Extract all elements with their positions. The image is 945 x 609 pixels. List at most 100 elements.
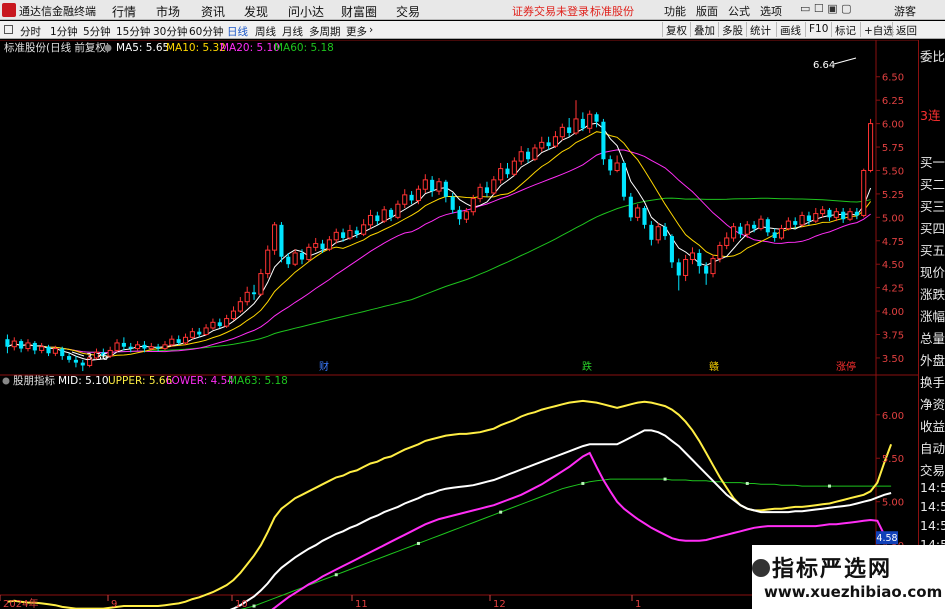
x-tick-label: 10 bbox=[235, 599, 248, 609]
x-tick-label: 12 bbox=[493, 599, 506, 609]
period-tab-more[interactable]: 更多 bbox=[346, 24, 367, 39]
y-tick-label: 3.50 bbox=[882, 354, 904, 365]
candle-body bbox=[833, 211, 839, 218]
candle-body bbox=[642, 207, 647, 225]
f10-button[interactable]: F10 bbox=[805, 22, 831, 37]
indicator-label: UPPER: 5.66 bbox=[108, 375, 173, 387]
candle-body bbox=[299, 252, 305, 260]
period-tab[interactable]: 周线 bbox=[255, 24, 276, 39]
candle-body bbox=[169, 338, 175, 346]
x-tick-label: 9 bbox=[111, 599, 117, 609]
period-toolbar: 分时 1分钟 5分钟 15分钟 30分钟 60分钟 日线 周线 月线 多周期 更… bbox=[0, 21, 945, 39]
candle-body bbox=[511, 160, 517, 175]
candle-body bbox=[224, 318, 230, 327]
login-notice[interactable]: 证券交易未登录 bbox=[512, 3, 589, 19]
menu-market[interactable]: 市场 bbox=[156, 3, 180, 20]
ma63-dot bbox=[499, 510, 503, 514]
candle-body bbox=[765, 219, 770, 233]
guest-label[interactable]: 游客 bbox=[894, 3, 916, 19]
candle-body bbox=[409, 194, 414, 201]
window-icons[interactable]: ▭ ☐ ▣ ▢ bbox=[800, 2, 852, 15]
period-tab[interactable]: 30分钟 bbox=[153, 24, 187, 39]
candle-body bbox=[258, 273, 264, 295]
current-value-label: 4.58 bbox=[876, 533, 897, 544]
period-tab[interactable]: 月线 bbox=[282, 24, 303, 39]
candle-body bbox=[25, 342, 31, 350]
candle-body bbox=[477, 186, 483, 200]
candle-body bbox=[46, 346, 51, 354]
ma60-line bbox=[7, 197, 871, 354]
menu-discover[interactable]: 发现 bbox=[244, 3, 268, 20]
period-tab[interactable]: 1分钟 bbox=[50, 24, 78, 39]
back-button[interactable]: 返回 bbox=[892, 22, 920, 37]
candle-body bbox=[793, 221, 798, 225]
candle-body bbox=[704, 266, 709, 274]
quote-panel-item: 净资 bbox=[920, 397, 945, 412]
period-tab[interactable]: 60分钟 bbox=[189, 24, 223, 39]
kline-chart[interactable]: 6.50 6.25 6.00 5.75 5.50 5.25 5.00 4.75 4.50 4.25… bbox=[0, 40, 918, 609]
candle-body bbox=[587, 113, 593, 129]
menu-function[interactable]: 功能 bbox=[664, 3, 686, 19]
draw-button[interactable]: 画线 bbox=[776, 22, 804, 37]
period-tab[interactable]: 5分钟 bbox=[83, 24, 111, 39]
candle-body bbox=[463, 211, 469, 220]
menu-wealth[interactable]: 财富圈 bbox=[341, 3, 377, 20]
x-tick-label: 2024年 bbox=[3, 597, 38, 609]
quote-panel-item: 涨幅 bbox=[920, 309, 945, 324]
period-tab[interactable]: 分时 bbox=[20, 24, 41, 39]
candle-body bbox=[594, 114, 599, 122]
toggle-icon[interactable] bbox=[4, 25, 13, 34]
chevron-right-icon[interactable]: › bbox=[369, 24, 373, 36]
ind-settings-dot-icon bbox=[2, 377, 10, 385]
candle-body bbox=[450, 196, 455, 210]
menu-news[interactable]: 资讯 bbox=[201, 3, 225, 20]
candle-body bbox=[306, 246, 312, 261]
candle-body bbox=[361, 224, 367, 235]
candle-body bbox=[663, 226, 668, 237]
y-tick-label: 6.00 bbox=[882, 120, 904, 131]
stats-button[interactable]: 统计 bbox=[746, 22, 774, 37]
indicator-label: MA63: 5.18 bbox=[228, 375, 288, 387]
multi-stock-button[interactable]: 多股 bbox=[718, 22, 746, 37]
menu-formula[interactable]: 公式 bbox=[728, 3, 750, 19]
y-tick-label: 5.50 bbox=[882, 166, 904, 177]
candle-body bbox=[861, 169, 867, 216]
candle-body bbox=[402, 194, 408, 205]
fuquan-button[interactable]: 复权 bbox=[662, 22, 690, 37]
ma-label: MA5: 5.65 bbox=[116, 42, 169, 54]
menu-trade[interactable]: 交易 bbox=[396, 3, 420, 20]
ma63-dot bbox=[827, 484, 831, 488]
menu-options[interactable]: 选项 bbox=[760, 3, 782, 19]
candle-body bbox=[744, 224, 750, 235]
quote-panel-item: 买一 bbox=[920, 155, 945, 170]
menu-layout[interactable]: 版面 bbox=[696, 3, 718, 19]
candle-body bbox=[244, 291, 250, 303]
menu-ask[interactable]: 问小达 bbox=[288, 3, 324, 20]
candle-body bbox=[868, 123, 874, 171]
period-tab[interactable]: 多周期 bbox=[309, 24, 341, 39]
candle-body bbox=[395, 203, 401, 218]
candle-body bbox=[820, 209, 826, 215]
candle-body bbox=[518, 151, 524, 162]
ma63-dot bbox=[745, 481, 749, 485]
candle-body bbox=[347, 229, 353, 239]
event-marker: 赣 bbox=[709, 360, 719, 373]
event-marker: 涨停 bbox=[836, 360, 856, 373]
period-tab-active[interactable]: 日线 bbox=[227, 24, 248, 39]
menu-quotes[interactable]: 行情 bbox=[112, 3, 136, 20]
mark-button[interactable]: 标记 bbox=[831, 22, 859, 37]
candle-body bbox=[217, 322, 222, 327]
low-price-label: 3.36 bbox=[86, 352, 108, 363]
y-tick-label: 6.25 bbox=[882, 96, 904, 107]
period-tab[interactable]: 15分钟 bbox=[116, 24, 150, 39]
candle-body bbox=[484, 187, 490, 193]
candle-body bbox=[526, 151, 531, 160]
x-tick-label: 1 bbox=[635, 599, 641, 609]
chart-title: 标准股份(日线 前复权) bbox=[4, 41, 110, 54]
candle-body bbox=[67, 356, 72, 360]
indicator-title: 股朋指标 bbox=[13, 374, 55, 387]
ma63-dot bbox=[252, 604, 256, 608]
overlay-button[interactable]: 叠加 bbox=[690, 22, 718, 37]
candle-body bbox=[601, 121, 606, 160]
event-marker: 财 bbox=[319, 360, 329, 373]
